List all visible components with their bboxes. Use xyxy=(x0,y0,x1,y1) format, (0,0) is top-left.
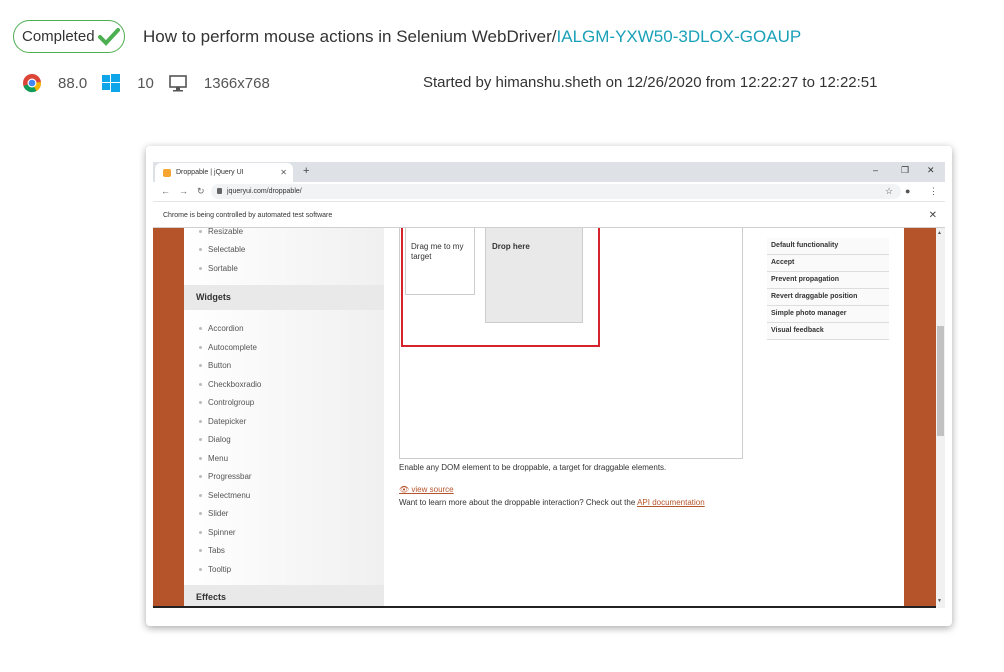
sidebar-item-tooltip[interactable]: Tooltip xyxy=(198,565,231,574)
status-label: Completed xyxy=(22,28,95,45)
forward-icon[interactable]: → xyxy=(179,186,188,196)
jquery-favicon-icon xyxy=(163,168,171,177)
browser-window: Droppable | jQuery UI ✕ + – ❐ ✕ ← → ↻ jq… xyxy=(153,162,945,608)
example-simple-photo-manager[interactable]: Simple photo manager xyxy=(767,306,889,323)
address-bar: ← → ↻ jqueryui.com/droppable/ ☆ ● ⋮ xyxy=(153,182,945,202)
resolution: 1366x768 xyxy=(203,74,270,92)
lock-icon xyxy=(217,188,222,194)
page-viewport: Resizable Selectable Sortable Widgets Ac… xyxy=(153,228,945,608)
browser-info: 88.0 xyxy=(22,73,87,93)
new-tab-icon[interactable]: + xyxy=(303,165,309,177)
demo-description: Enable any DOM element to be droppable, … xyxy=(399,463,667,472)
status-badge: Completed xyxy=(13,20,125,53)
tab-close-icon[interactable]: ✕ xyxy=(280,168,287,177)
back-icon[interactable]: ← xyxy=(161,186,170,196)
sidebar-item-datepicker[interactable]: Datepicker xyxy=(198,417,246,426)
sidebar-item-resizable[interactable]: Resizable xyxy=(198,228,243,236)
example-revert-draggable[interactable]: Revert draggable position xyxy=(767,289,889,306)
infobar-close-icon[interactable]: ✕ xyxy=(929,203,937,228)
sidebar-item-selectmenu[interactable]: Selectmenu xyxy=(198,491,250,500)
browser-tab[interactable]: Droppable | jQuery UI ✕ xyxy=(155,163,293,182)
sidebar-item-autocomplete[interactable]: Autocomplete xyxy=(199,343,257,352)
learn-more-label: Want to learn more about the droppable i… xyxy=(399,498,638,507)
resolution-info: 1366x768 xyxy=(168,73,270,93)
sidebar-item-button[interactable]: Button xyxy=(198,361,231,370)
window-close-icon[interactable]: ✕ xyxy=(927,165,935,176)
sidebar-item-menu[interactable]: Menu xyxy=(198,454,228,463)
left-page-margin xyxy=(153,228,184,608)
check-icon xyxy=(97,27,120,46)
infobar-text: Chrome is being controlled by automated … xyxy=(163,212,333,219)
automation-infobar: Chrome is being controlled by automated … xyxy=(153,203,945,228)
profile-icon[interactable]: ● xyxy=(905,186,910,196)
os-info: 10 xyxy=(101,73,154,93)
vertical-scrollbar[interactable]: ▲ ▼ xyxy=(936,228,945,608)
sidebar-section-effects: Effects xyxy=(184,585,384,608)
sidebar-item-progressbar[interactable]: Progressbar xyxy=(199,472,252,481)
sidebar-item-spinner[interactable]: Spinner xyxy=(199,528,236,537)
scrollbar-thumb[interactable] xyxy=(937,326,944,436)
sidebar-item-dialog[interactable]: Dialog xyxy=(199,435,231,444)
example-prevent-propagation[interactable]: Prevent propagation xyxy=(767,272,889,289)
test-name: How to perform mouse actions in Selenium… xyxy=(143,27,557,46)
menu-kebab-icon[interactable]: ⋮ xyxy=(929,186,938,197)
right-page-margin xyxy=(904,228,936,608)
tab-title: Droppable | jQuery UI xyxy=(176,169,244,176)
browser-version: 88.0 xyxy=(58,74,88,92)
page-title: How to perform mouse actions in Selenium… xyxy=(143,27,801,47)
run-timing: Started by himanshu.sheth on 12/26/2020 … xyxy=(423,74,878,91)
sidebar-item-selectable[interactable]: Selectable xyxy=(198,245,245,254)
test-id-link[interactable]: IALGM-YXW50-3DLOX-GOAUP xyxy=(557,27,802,46)
scroll-down-icon[interactable]: ▼ xyxy=(937,598,942,604)
windows-icon xyxy=(102,74,121,92)
restore-icon[interactable]: ❐ xyxy=(901,165,909,176)
url-field[interactable]: jqueryui.com/droppable/ xyxy=(211,184,901,199)
monitor-icon xyxy=(169,75,187,92)
example-accept[interactable]: Accept xyxy=(767,255,889,272)
learn-more-text: Want to learn more about the droppable i… xyxy=(399,498,705,507)
sidebar-item-sortable[interactable]: Sortable xyxy=(199,264,238,273)
sidebar-nav: Resizable Selectable Sortable Widgets Ac… xyxy=(184,228,384,608)
chrome-icon xyxy=(23,74,42,93)
url-text: jqueryui.com/droppable/ xyxy=(227,188,302,195)
api-documentation-link[interactable]: API documentation xyxy=(637,498,705,507)
reload-icon[interactable]: ↻ xyxy=(197,186,205,197)
sidebar-item-controlgroup[interactable]: Controlgroup xyxy=(198,398,254,407)
examples-list: Default functionality Accept Prevent pro… xyxy=(767,238,889,340)
environment-row: 88.0 10 1366x768 xyxy=(22,72,284,94)
os-version: 10 xyxy=(137,74,154,92)
test-detail-page: Completed How to perform mouse actions i… xyxy=(0,0,1004,672)
view-source-link[interactable]: 👁 view source xyxy=(399,485,454,494)
scroll-up-icon[interactable]: ▲ xyxy=(937,230,942,236)
sidebar-item-tabs[interactable]: Tabs xyxy=(199,546,225,555)
sidebar-item-checkboxradio[interactable]: Checkboxradio xyxy=(198,380,261,389)
tab-bar: Droppable | jQuery UI ✕ + – ❐ ✕ xyxy=(153,162,945,182)
action-highlight-box xyxy=(401,228,600,347)
bookmark-star-icon[interactable]: ☆ xyxy=(885,186,893,197)
example-visual-feedback[interactable]: Visual feedback xyxy=(767,323,889,340)
screenshot-card[interactable]: Droppable | jQuery UI ✕ + – ❐ ✕ ← → ↻ jq… xyxy=(146,146,952,626)
sidebar-item-slider[interactable]: Slider xyxy=(198,509,228,518)
minimize-icon[interactable]: – xyxy=(873,165,878,175)
example-default-functionality[interactable]: Default functionality xyxy=(767,238,889,255)
viewport-bottom-border xyxy=(153,606,936,608)
view-source-label: view source xyxy=(411,485,454,494)
sidebar-section-widgets: Widgets xyxy=(184,285,384,310)
sidebar-item-accordion[interactable]: Accordion xyxy=(199,324,244,333)
